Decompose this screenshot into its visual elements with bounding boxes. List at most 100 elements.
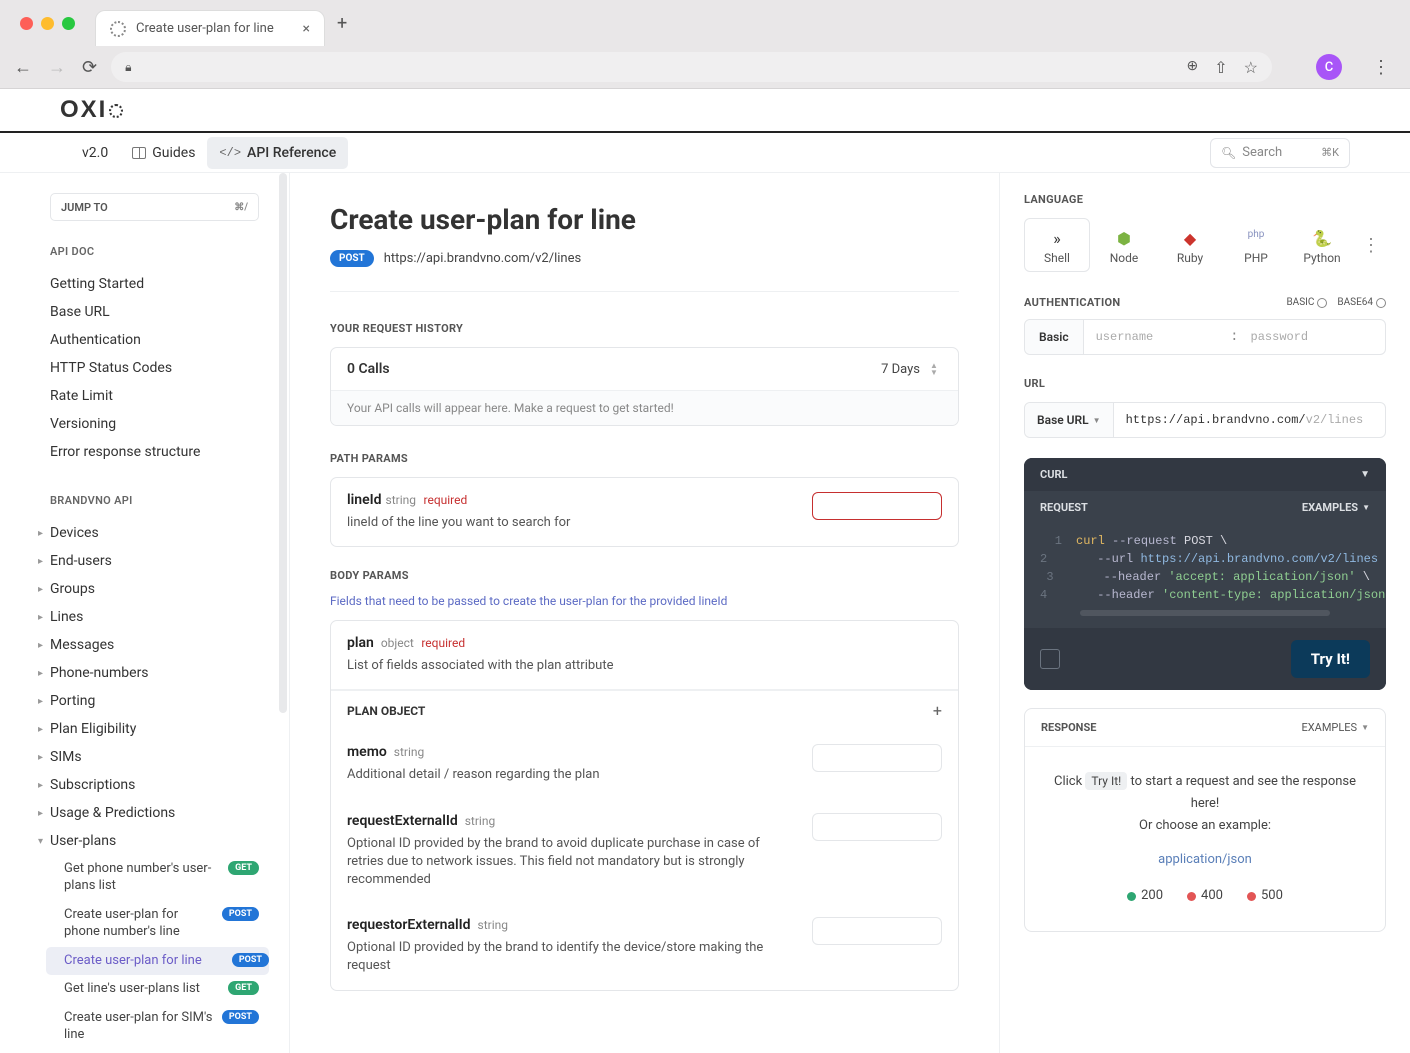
plan-object-expand[interactable]: PLAN OBJECT+	[331, 690, 958, 730]
history-duration: 7 Days	[881, 362, 920, 377]
back-icon[interactable]: ←	[14, 57, 32, 78]
sidebar-item[interactable]: Error response structure	[50, 438, 259, 466]
lang-shell[interactable]: »Shell	[1024, 218, 1090, 272]
sidebar-item[interactable]: ▸Plan Eligibility	[50, 715, 259, 743]
sidebar-item[interactable]: Getting Started	[50, 270, 259, 298]
minimize-window-icon[interactable]	[41, 17, 54, 30]
address-bar[interactable]: 🔒︎ ⊕ ⇧ ☆	[111, 52, 1272, 82]
sidebar-item[interactable]: ▸Lines	[50, 603, 259, 631]
body-param: plan object requiredList of fields assoc…	[331, 621, 958, 690]
path-params-label: PATH PARAMS	[330, 452, 959, 465]
code-lang-header[interactable]: CURL▼	[1024, 458, 1386, 491]
memo-input[interactable]	[812, 744, 942, 772]
sidebar-item[interactable]: Versioning	[50, 410, 259, 438]
shell-icon: »	[1029, 229, 1085, 247]
nav-guides[interactable]: Guides	[120, 137, 207, 169]
endpoint-url: https://api.brandvno.com/v2/lines	[384, 251, 582, 266]
lang-node[interactable]: ⬢Node	[1092, 219, 1156, 271]
status-200[interactable]: 200	[1127, 885, 1163, 907]
code-icon: </>	[219, 146, 241, 160]
zoom-icon[interactable]: ⊕	[1187, 58, 1199, 77]
response-examples-dropdown[interactable]: EXAMPLES▼	[1302, 721, 1370, 734]
body-param: memo stringAdditional detail / reason re…	[331, 730, 958, 798]
sidebar-item[interactable]: ▸Phone-numbers	[50, 659, 259, 687]
sidebar-item[interactable]: ▸Subscriptions	[50, 771, 259, 799]
close-tab-icon[interactable]: ×	[303, 21, 310, 37]
php-icon: php	[1228, 229, 1284, 247]
profile-avatar[interactable]: C	[1316, 54, 1342, 80]
browser-tab[interactable]: Create user-plan for line ×	[95, 10, 325, 46]
logo[interactable]: OXI	[60, 96, 123, 124]
chevron-right-icon: ▸	[38, 808, 50, 819]
sidebar-subitem[interactable]: Create user-plan for linePOST	[46, 947, 269, 976]
method-badge: POST	[222, 907, 259, 921]
sidebar-item[interactable]: ▸SIMs	[50, 743, 259, 771]
share-icon[interactable]: ⇧	[1214, 58, 1227, 77]
request-examples-dropdown[interactable]: EXAMPLES▼	[1302, 501, 1370, 514]
nav-api-reference[interactable]: </>API Reference	[207, 137, 348, 169]
body-param: requestExternalId stringOptional ID prov…	[331, 799, 958, 904]
lang-php[interactable]: phpPHP	[1224, 219, 1288, 271]
search-icon: 🔍︎	[1221, 146, 1236, 160]
sidebar-subitem[interactable]: Get phone number's user-plans listGET	[50, 855, 259, 901]
sidebar-subitem[interactable]: Create user-plan for SIM's linePOST	[50, 1004, 259, 1050]
method-badge: POST	[222, 1010, 259, 1024]
response-mime[interactable]: application/json	[1045, 849, 1365, 871]
forward-icon[interactable]: →	[48, 57, 66, 78]
url-label: URL	[1024, 377, 1386, 390]
sidebar-item[interactable]: Base URL	[50, 298, 259, 326]
try-it-button[interactable]: Try It!	[1291, 640, 1370, 678]
language-more-icon[interactable]: ⋮	[1356, 235, 1386, 256]
sidebar-item[interactable]: ▸Porting	[50, 687, 259, 715]
sidebar-item[interactable]: ▸Usage & Predictions	[50, 799, 259, 827]
sidebar-item[interactable]: ▾User-plans	[50, 827, 259, 855]
sidebar-item[interactable]: ▸Groups	[50, 575, 259, 603]
method-badge: POST	[232, 953, 269, 967]
tab-bar: Create user-plan for line × +	[0, 0, 1410, 46]
code-body: 1curl --request POST \2 --url https://ap…	[1024, 524, 1386, 628]
status-500[interactable]: 500	[1247, 885, 1283, 907]
app-header: OXI	[0, 89, 1410, 133]
endpoint-row: POST https://api.brandvno.com/v2/lines	[330, 250, 959, 292]
auth-username-input[interactable]: username	[1084, 330, 1231, 344]
lock-icon: 🔒︎	[125, 60, 131, 75]
lang-ruby[interactable]: ◆Ruby	[1158, 219, 1222, 271]
auth-password-input[interactable]: password	[1239, 330, 1386, 344]
book-icon	[132, 147, 146, 159]
sidebar-item[interactable]: ▸Messages	[50, 631, 259, 659]
sidebar-item[interactable]: Authentication	[50, 326, 259, 354]
search-input[interactable]: 🔍︎ Search ⌘K	[1210, 138, 1350, 168]
copy-code-icon[interactable]	[1040, 649, 1060, 669]
sidebar-item[interactable]: ▸End-users	[50, 547, 259, 575]
version-selector[interactable]: v2.0	[70, 137, 120, 169]
favicon-icon	[110, 21, 126, 37]
maximize-window-icon[interactable]	[62, 17, 75, 30]
duration-stepper-icon[interactable]: ▲▼	[930, 360, 942, 378]
lineid-input[interactable]	[812, 492, 942, 520]
browser-menu-icon[interactable]: ⋮	[1366, 57, 1396, 78]
requestorExternalId-input[interactable]	[812, 917, 942, 945]
new-tab-button[interactable]: +	[337, 13, 347, 34]
sidebar-item[interactable]: Rate Limit	[50, 382, 259, 410]
auth-mode-basic[interactable]: BASIC	[1286, 297, 1327, 308]
sidebar-item[interactable]: HTTP Status Codes	[50, 354, 259, 382]
bookmark-icon[interactable]: ☆	[1244, 58, 1258, 77]
chevron-right-icon: ▸	[38, 696, 50, 707]
lang-python[interactable]: 🐍Python	[1290, 219, 1354, 271]
reload-icon[interactable]: ⟳	[82, 57, 97, 78]
sidebar-item[interactable]: ▸Devices	[50, 519, 259, 547]
status-400[interactable]: 400	[1187, 885, 1223, 907]
auth-mode-base64[interactable]: BASE64	[1337, 297, 1386, 308]
url-box: Base URL▼ https://api.brandvno.com/v2/li…	[1024, 402, 1386, 438]
language-selector: »Shell⬢Node◆RubyphpPHP🐍Python⋮	[1024, 218, 1386, 272]
code-scrollbar[interactable]	[1080, 610, 1330, 616]
body-param: requestorExternalId stringOptional ID pr…	[331, 903, 958, 989]
base-url-selector[interactable]: Base URL▼	[1025, 403, 1114, 437]
jump-to-button[interactable]: JUMP TO ⌘/	[50, 193, 259, 221]
close-window-icon[interactable]	[20, 17, 33, 30]
code-block: CURL▼ REQUEST EXAMPLES▼ 1curl --request …	[1024, 458, 1386, 690]
requestExternalId-input[interactable]	[812, 813, 942, 841]
sidebar-subitem[interactable]: Create user-plan for phone number's line…	[50, 901, 259, 947]
sidebar-scrollbar[interactable]	[279, 173, 287, 1053]
chevron-right-icon: ▸	[38, 780, 50, 791]
